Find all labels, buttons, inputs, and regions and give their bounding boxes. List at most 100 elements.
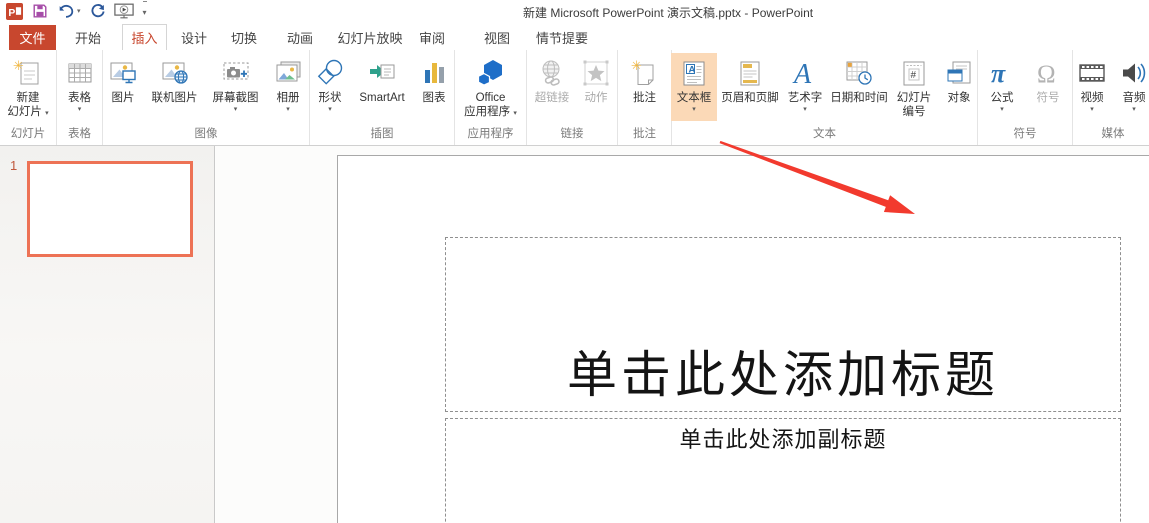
button-label: 新建 [16, 92, 40, 104]
button-label: 超链接 [534, 92, 570, 104]
tab-review[interactable]: 审阅 [410, 25, 454, 50]
group-illustrations: 形状 ▾ SmartArt 图表 插图 [310, 50, 455, 145]
start-slideshow-icon[interactable] [113, 1, 134, 21]
svg-text:✳: ✳ [631, 58, 642, 73]
object-button[interactable]: 对象 [940, 53, 978, 121]
tab-file[interactable]: 文件 [9, 25, 56, 50]
online-pictures-icon [159, 55, 191, 91]
slide-number-label: 1 [10, 158, 18, 173]
button-label: 图片 [111, 92, 135, 104]
save-icon[interactable] [32, 1, 48, 21]
button-label: 动作 [584, 92, 608, 104]
screenshot-icon [220, 55, 252, 91]
subtitle-placeholder-text: 单击此处添加副标题 [679, 427, 887, 452]
slide-thumbnail[interactable] [27, 161, 193, 257]
redo-icon[interactable] [90, 1, 105, 21]
window-title: 新建 Microsoft PowerPoint 演示文稿.pptx - Powe… [523, 6, 814, 20]
button-label: 幻灯片 [896, 92, 932, 104]
title-placeholder-text: 单击此处添加标题 [567, 347, 999, 403]
new-slide-button[interactable]: ✳ 新建 幻灯片 ▾ [2, 53, 54, 121]
video-button[interactable]: 视频 ▾ [1073, 53, 1111, 121]
audio-button[interactable]: 音频 ▾ [1115, 53, 1149, 121]
text-box-button[interactable]: A 文本框 ▾ [671, 53, 717, 121]
date-time-icon [843, 55, 875, 91]
tab-animations[interactable]: 动画 [278, 25, 322, 50]
button-label: 艺术字 [787, 92, 823, 104]
hyperlink-icon [536, 55, 568, 91]
button-label: 日期和时间 [830, 92, 888, 104]
symbol-button: Ω 符号 [1028, 53, 1068, 121]
button-label: 屏幕截图 [212, 92, 259, 104]
slide-canvas[interactable]: 单击此处添加标题 单击此处添加副标题 [337, 155, 1149, 523]
powerpoint-window: P ▾ ▾ 新建 Microsoft PowerPoint 演示文稿.pptx … [0, 0, 1149, 523]
picture-button[interactable]: 图片 [104, 53, 142, 121]
equation-button[interactable]: π 公式 ▾ [982, 53, 1022, 121]
title-placeholder[interactable]: 单击此处添加标题 [445, 237, 1121, 412]
svg-text:#: # [911, 70, 917, 81]
photo-album-icon [272, 55, 304, 91]
button-label: 表格 [68, 92, 91, 104]
button-label: 相册 [276, 92, 300, 104]
action-button: 动作 [578, 53, 614, 121]
tab-insert[interactable]: 插入 [122, 24, 167, 50]
button-label: 视频 [1080, 92, 1104, 104]
table-button[interactable]: 表格 ▾ [60, 53, 100, 121]
symbol-icon: Ω [1032, 55, 1064, 91]
group-slides: ✳ 新建 幻灯片 ▾ 幻灯片 [0, 50, 57, 145]
group-text: A 文本框 ▾ 页眉和页脚 A 艺术字 ▾ 日期和时间 # 幻灯片 编号 对象 … [671, 50, 978, 145]
shapes-button[interactable]: 形状 ▾ [310, 53, 350, 121]
tab-design[interactable]: 设计 [172, 25, 216, 50]
button-label: 页眉和页脚 [721, 92, 779, 104]
table-icon [64, 55, 96, 91]
photo-album-button[interactable]: 相册 ▾ [268, 53, 308, 121]
equation-icon: π [986, 55, 1018, 91]
tab-home[interactable]: 开始 [66, 25, 110, 50]
group-images: 图片 联机图片 屏幕截图 ▾ 相册 ▾ 图像 [103, 50, 310, 145]
dropdown-caret: ▾ [1090, 106, 1094, 113]
tab-slideshow[interactable]: 幻灯片放映 [330, 25, 410, 50]
group-label: 幻灯片 [10, 128, 46, 140]
group-label: 文本 [813, 128, 836, 140]
dropdown-caret: ▾ [803, 106, 807, 113]
comment-button[interactable]: ✳ 批注 [623, 53, 667, 121]
tab-view[interactable]: 视图 [475, 25, 519, 50]
customize-qat-caret-icon[interactable]: ▾ [142, 1, 147, 21]
button-label: 符号 [1036, 92, 1060, 104]
header-footer-button[interactable]: 页眉和页脚 [720, 53, 780, 121]
video-icon [1076, 55, 1108, 91]
dropdown-caret: ▾ [1000, 106, 1004, 113]
dropdown-caret: ▾ [233, 106, 238, 113]
quick-access-toolbar: P ▾ ▾ [6, 1, 147, 21]
group-tables: 表格 ▾ 表格 [57, 50, 103, 145]
button-label: 对象 [947, 92, 971, 104]
group-comments: ✳ 批注 批注 [618, 50, 672, 145]
screenshot-button[interactable]: 屏幕截图 ▾ [207, 53, 264, 121]
chart-icon [418, 55, 450, 91]
chart-button[interactable]: 图表 [414, 53, 454, 121]
slide-thumbnail-panel: 1 [0, 146, 215, 523]
button-label: 应用程序 ▾ [464, 106, 517, 118]
button-label: Office [475, 92, 506, 104]
svg-text:A: A [792, 59, 812, 89]
dropdown-caret: ▾ [328, 106, 332, 113]
group-symbols: π 公式 ▾ Ω 符号 符号 [978, 50, 1073, 145]
date-time-button[interactable]: 日期和时间 [830, 53, 888, 121]
dropdown-caret: ▾ [692, 106, 696, 113]
undo-icon[interactable]: ▾ [57, 1, 81, 21]
smartart-button[interactable]: SmartArt [352, 53, 412, 121]
group-label: 应用程序 [467, 128, 514, 140]
online-pictures-button[interactable]: 联机图片 [146, 53, 203, 121]
wordart-button[interactable]: A 艺术字 ▾ [783, 53, 827, 121]
slide-number-button[interactable]: # 幻灯片 编号 [891, 53, 937, 121]
button-label: SmartArt [359, 92, 405, 104]
subtitle-placeholder[interactable]: 单击此处添加副标题 [445, 418, 1121, 523]
tab-storyboard[interactable]: 情节提要 [533, 25, 591, 50]
tab-transitions[interactable]: 切换 [222, 25, 266, 50]
shapes-icon [314, 55, 346, 91]
undo-dropdown-caret[interactable]: ▾ [77, 7, 81, 15]
office-apps-button[interactable]: Office 应用程序 ▾ [459, 53, 523, 121]
slide-number-icon: # [898, 55, 930, 91]
svg-text:✳: ✳ [13, 58, 24, 73]
powerpoint-logo-icon[interactable]: P [6, 1, 23, 21]
button-label: 编号 [902, 106, 926, 118]
